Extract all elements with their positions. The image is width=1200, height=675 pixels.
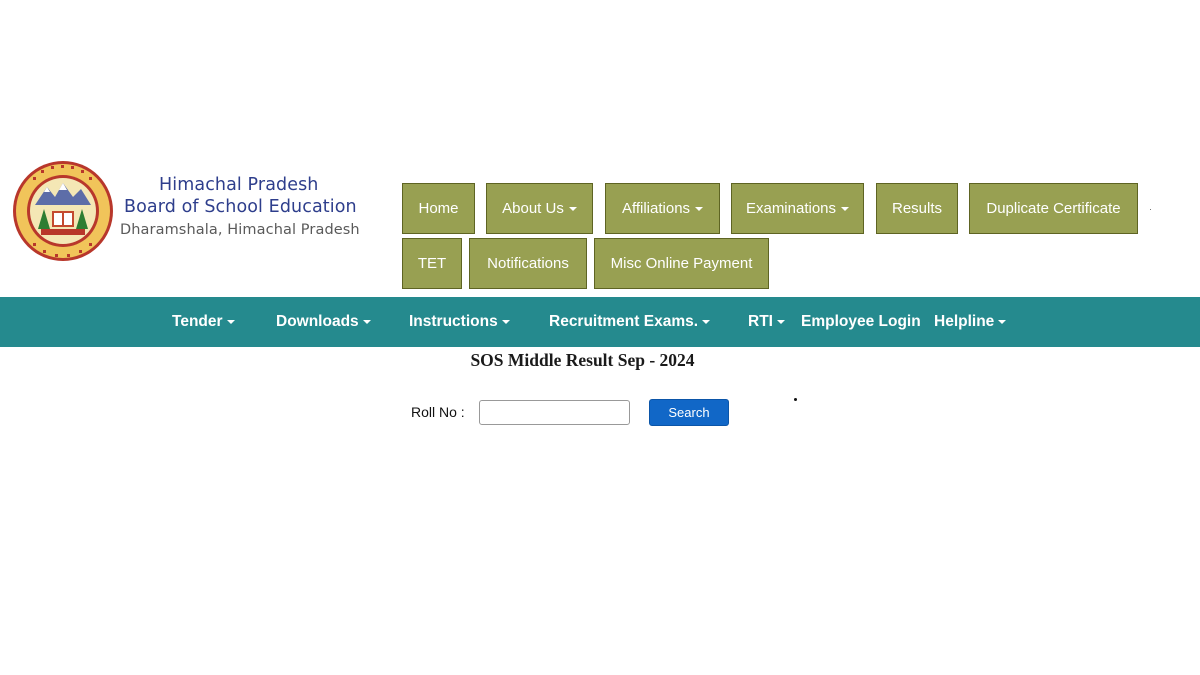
nav-notifications[interactable]: Notifications bbox=[469, 238, 587, 289]
nav-downloads[interactable]: Downloads bbox=[276, 297, 371, 347]
nav-helpline-label: Helpline bbox=[934, 313, 995, 330]
org-location: Dharamshala, Himachal Pradesh bbox=[120, 222, 360, 238]
page-title: SOS Middle Result Sep - 2024 bbox=[470, 350, 695, 370]
nav-misc-online-payment[interactable]: Misc Online Payment bbox=[594, 238, 769, 289]
nav-results[interactable]: Results bbox=[876, 183, 958, 234]
page: Himachal Pradesh Board of School Educati… bbox=[0, 0, 1200, 675]
nav-tet-label: TET bbox=[417, 255, 447, 272]
roll-no-input[interactable] bbox=[479, 400, 630, 425]
caret-down-icon bbox=[998, 320, 1007, 324]
caret-down-icon bbox=[695, 206, 704, 211]
caret-down-icon bbox=[226, 320, 235, 324]
caret-down-icon bbox=[362, 320, 371, 324]
nav-instructions-label: Instructions bbox=[409, 313, 498, 330]
caret-down-icon bbox=[568, 206, 577, 211]
nav-employee-login-label: Employee Login bbox=[801, 313, 921, 330]
nav-examinations[interactable]: Examinations bbox=[731, 183, 864, 234]
nav-misc-online-payment-label: Misc Online Payment bbox=[610, 255, 753, 272]
org-name-line1: Himachal Pradesh bbox=[159, 175, 319, 195]
nav-helpline[interactable]: Helpline bbox=[934, 297, 1007, 347]
org-name-line2: Board of School Education bbox=[124, 197, 357, 217]
nav-tet[interactable]: TET bbox=[402, 238, 462, 289]
nav-employee-login[interactable]: Employee Login bbox=[801, 297, 921, 347]
roll-no-label: Roll No : bbox=[411, 404, 465, 420]
search-button-label: Search bbox=[668, 405, 710, 420]
nav-downloads-label: Downloads bbox=[276, 313, 359, 330]
nav-about-us[interactable]: About Us bbox=[486, 183, 593, 234]
nav-recruitment-exams-label: Recruitment Exams. bbox=[549, 313, 699, 330]
nav-tender-label: Tender bbox=[172, 313, 223, 330]
caret-down-icon bbox=[776, 320, 785, 324]
search-button[interactable]: Search bbox=[649, 399, 729, 426]
nav-rti-label: RTI bbox=[748, 313, 773, 330]
nav-affiliations-label: Affiliations bbox=[621, 200, 691, 217]
nav-examinations-label: Examinations bbox=[745, 200, 837, 217]
caret-down-icon bbox=[501, 320, 510, 324]
board-logo[interactable] bbox=[11, 159, 115, 263]
nav-home-label: Home bbox=[418, 200, 459, 217]
nav-duplicate-certificate[interactable]: Duplicate Certificate bbox=[969, 183, 1138, 234]
nav-tender[interactable]: Tender bbox=[172, 297, 235, 347]
nav-results-label: Results bbox=[891, 200, 943, 217]
secondary-nav-bar: Tender Downloads Instructions Recruitmen… bbox=[0, 297, 1200, 347]
nav-home[interactable]: Home bbox=[402, 183, 475, 234]
caret-down-icon bbox=[841, 206, 850, 211]
nav-rti[interactable]: RTI bbox=[748, 297, 785, 347]
nav-instructions[interactable]: Instructions bbox=[409, 297, 510, 347]
nav-about-us-label: About Us bbox=[502, 200, 564, 217]
stray-dot bbox=[794, 398, 797, 401]
nav-affiliations[interactable]: Affiliations bbox=[605, 183, 720, 234]
caret-down-icon bbox=[702, 320, 711, 324]
nav-notifications-label: Notifications bbox=[487, 255, 569, 272]
nav-duplicate-certificate-label: Duplicate Certificate bbox=[986, 200, 1121, 217]
nav-recruitment-exams[interactable]: Recruitment Exams. bbox=[549, 297, 711, 347]
stray-dot bbox=[1150, 209, 1151, 210]
